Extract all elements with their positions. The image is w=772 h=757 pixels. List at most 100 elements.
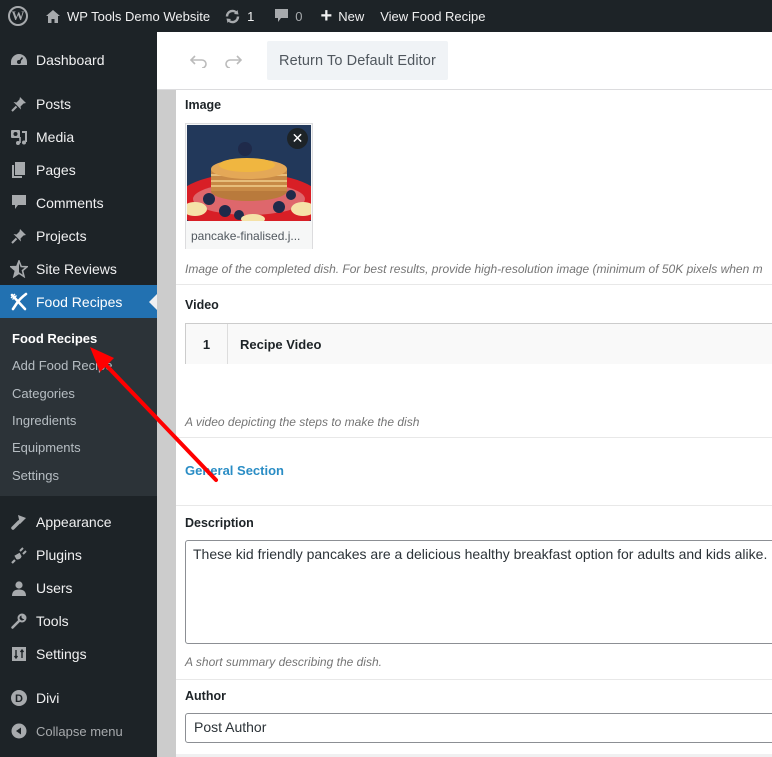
comment-icon [9, 193, 29, 213]
menu-label: Projects [36, 227, 87, 244]
editor-toolbar: Return To Default Editor [157, 32, 772, 90]
menu-users[interactable]: Users [0, 572, 157, 605]
collapse-icon [9, 721, 29, 741]
view-recipe-label: View Food Recipe [380, 8, 486, 24]
author-field: Author Post Author [176, 680, 772, 755]
menu-label: Pages [36, 161, 76, 178]
recipe-fields-panel: Image ✕ pancake-finalised.j... Image of … [176, 91, 772, 757]
pages-icon [9, 160, 29, 180]
comments-count: 0 [295, 8, 303, 24]
menu-label: Collapse menu [36, 723, 123, 739]
author-input[interactable]: Post Author [185, 713, 772, 743]
site-name-link[interactable]: WP Tools Demo Website [38, 0, 217, 32]
comment-icon [274, 8, 289, 24]
submenu-settings[interactable]: Settings [0, 461, 157, 488]
row-number: 1 [186, 324, 228, 364]
menu-tools[interactable]: Tools [0, 605, 157, 638]
menu-comments[interactable]: Comments [0, 186, 157, 219]
remove-image-button[interactable]: ✕ [287, 128, 308, 149]
author-label: Author [185, 689, 226, 703]
redo-icon [225, 54, 242, 68]
divi-icon: D [9, 688, 29, 708]
menu-divi[interactable]: D Divi [0, 682, 157, 715]
menu-label: Media [36, 128, 75, 145]
undo-button[interactable] [189, 51, 209, 71]
wp-logo-button[interactable]: W [0, 0, 38, 32]
menu-label: Tools [36, 613, 69, 630]
menu-label: Food Recipes [36, 293, 123, 310]
video-help-text: A video depicting the steps to make the … [185, 415, 420, 429]
view-recipe-link[interactable]: View Food Recipe [373, 0, 492, 32]
dashboard-icon [9, 50, 29, 70]
new-label: New [338, 8, 365, 24]
menu-label: Posts [36, 95, 72, 112]
menu-site-reviews[interactable]: Site Reviews [0, 252, 157, 285]
description-label: Description [185, 516, 254, 530]
wp-admin-screen: W WP Tools Demo Website 1 0 + New View F… [0, 0, 772, 757]
site-name: WP Tools Demo Website [67, 8, 211, 24]
wordpress-logo-icon: W [8, 6, 28, 26]
image-filename: pancake-finalised.j... [186, 222, 312, 249]
image-thumbnail[interactable]: ✕ pancake-finalised.j... [185, 123, 313, 249]
description-textarea[interactable]: These kid friendly pancakes are a delici… [185, 540, 772, 644]
food-recipes-submenu: Food Recipes Add Food Recipe Categories … [0, 318, 157, 496]
submenu-ingredients[interactable]: Ingredients [0, 407, 157, 434]
submenu-equipments[interactable]: Equipments [0, 434, 157, 461]
menu-settings[interactable]: Settings [0, 638, 157, 671]
updates-count: 1 [247, 8, 255, 24]
comments-link[interactable]: 0 [267, 0, 309, 32]
admin-sidebar: Dashboard Posts Media Pages Comments Pro… [0, 32, 157, 757]
star-icon [9, 259, 29, 279]
updates-link[interactable]: 1 [217, 0, 261, 32]
menu-pages[interactable]: Pages [0, 153, 157, 186]
menu-posts[interactable]: Posts [0, 87, 157, 120]
submenu-food-recipes[interactable]: Food Recipes [0, 325, 157, 352]
image-label: Image [185, 98, 222, 112]
undo-icon [190, 54, 207, 68]
pin-icon [9, 226, 29, 246]
image-field: Image ✕ pancake-finalised.j... Image of … [176, 91, 772, 285]
submenu-categories[interactable]: Categories [0, 380, 157, 407]
menu-dashboard[interactable]: Dashboard [0, 43, 157, 76]
pin-icon [9, 94, 29, 114]
general-section-link[interactable]: General Section [185, 463, 284, 478]
menu-label: Settings [36, 646, 87, 663]
wrench-icon [9, 611, 29, 631]
svg-text:D: D [15, 693, 23, 705]
image-help-text: Image of the completed dish. For best re… [185, 262, 763, 276]
menu-label: Divi [36, 690, 60, 707]
video-repeater-row[interactable]: 1 Recipe Video [185, 323, 772, 364]
fork-knife-icon [9, 292, 29, 312]
media-icon [9, 127, 29, 147]
general-section-field: General Section [176, 438, 772, 506]
video-field: Video 1 Recipe Video A video depicting t… [176, 285, 772, 438]
home-icon [45, 9, 61, 24]
row-title: Recipe Video [240, 336, 322, 352]
update-icon [224, 8, 241, 25]
plus-icon: + [320, 5, 333, 27]
submenu-add-food-recipe[interactable]: Add Food Recipe [0, 352, 157, 379]
metabox-gutter [157, 90, 176, 757]
menu-label: Site Reviews [36, 260, 117, 277]
menu-label: Plugins [36, 547, 82, 564]
settings-icon [9, 644, 29, 664]
brush-icon [9, 512, 29, 532]
menu-appearance[interactable]: Appearance [0, 506, 157, 539]
return-to-default-editor-button[interactable]: Return To Default Editor [267, 41, 448, 80]
menu-media[interactable]: Media [0, 120, 157, 153]
description-help-text: A short summary describing the dish. [185, 655, 382, 669]
menu-food-recipes[interactable]: Food Recipes [0, 285, 157, 318]
description-field: Description These kid friendly pancakes … [176, 506, 772, 680]
plug-icon [9, 545, 29, 565]
user-icon [9, 578, 29, 598]
new-content-link[interactable]: + New [314, 0, 372, 32]
menu-label: Appearance [36, 514, 112, 531]
menu-label: Dashboard [36, 51, 105, 68]
collapse-menu-button[interactable]: Collapse menu [0, 715, 157, 748]
admin-bar: W WP Tools Demo Website 1 0 + New View F… [0, 0, 772, 32]
redo-button[interactable] [223, 51, 243, 71]
menu-label: Users [36, 580, 73, 597]
video-label: Video [185, 298, 219, 312]
menu-plugins[interactable]: Plugins [0, 539, 157, 572]
menu-projects[interactable]: Projects [0, 219, 157, 252]
